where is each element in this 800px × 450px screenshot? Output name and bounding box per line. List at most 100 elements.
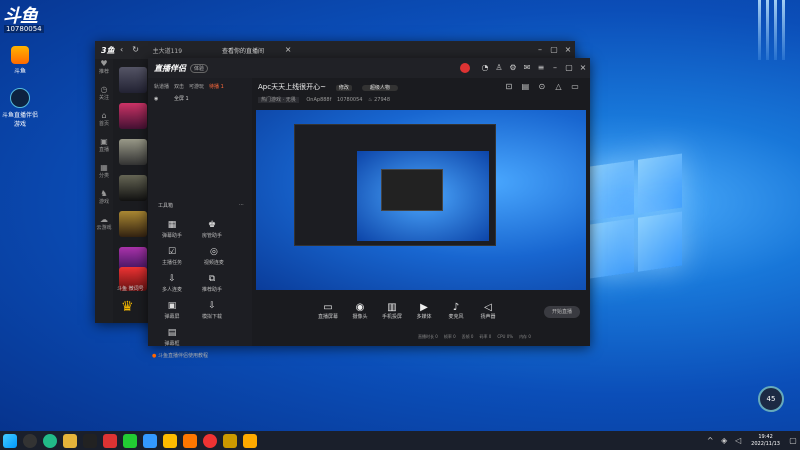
maximize-icon[interactable]: ▢ — [565, 64, 573, 72]
tab-2[interactable]: 可游玩 — [189, 83, 204, 90]
scene-name: 全屏 1 — [173, 96, 189, 102]
layout-icon[interactable]: ▤ — [521, 83, 530, 91]
back-footer: 斗鱼 微词号 — [117, 286, 144, 292]
app-icon[interactable] — [223, 433, 237, 448]
light-beam — [782, 0, 785, 60]
edge-icon[interactable] — [43, 433, 57, 448]
close-icon[interactable]: × — [579, 64, 587, 72]
douyu-icon — [11, 46, 29, 64]
bottom-tool[interactable]: ◁ 扬声器 — [474, 302, 502, 320]
minimize-icon[interactable]: – — [551, 64, 559, 72]
rail-item[interactable]: ⌂ 首页 — [95, 111, 113, 137]
stream-thumbnail[interactable] — [119, 175, 147, 201]
headset-icon[interactable]: ◔ — [481, 64, 489, 72]
tool-item[interactable]: ◎ 视频连麦 — [196, 247, 232, 266]
app-icon[interactable] — [163, 433, 177, 448]
brand-id: 10780054 — [4, 25, 44, 33]
app-icon[interactable] — [203, 433, 217, 448]
bottom-tool[interactable]: ▭ 直播屏幕 — [314, 302, 342, 320]
maximize-icon[interactable]: ▢ — [550, 46, 558, 54]
rail-item[interactable]: ▣ 直播 — [95, 137, 113, 163]
clock[interactable]: 19:42 2022/11/13 — [751, 434, 780, 448]
desktop-icon-companion[interactable]: 斗鱼直播伴侣游戏 — [0, 88, 40, 128]
screen-icon[interactable]: ▭ — [571, 83, 579, 91]
preview-nested-window — [294, 124, 496, 246]
record-icon[interactable]: ⊙ — [538, 83, 546, 91]
back-arrow-icon[interactable]: ‹ — [118, 46, 126, 54]
avatar[interactable] — [460, 63, 470, 73]
menu-icon[interactable]: ≡ — [537, 64, 545, 72]
settings-icon[interactable]: ⚙ — [509, 64, 517, 72]
category-tag[interactable]: 热门游戏 · 无畏 — [258, 97, 299, 103]
tutorial-notice[interactable]: ● 斗鱼直播伴侣使用教程 — [152, 352, 208, 359]
rail-item[interactable]: ☁ 云游戏 — [95, 215, 113, 241]
close-icon[interactable]: × — [564, 46, 572, 54]
bottom-tool[interactable]: ▶ 多媒体 — [410, 302, 438, 320]
rail-item[interactable]: ♞ 游戏 — [95, 189, 113, 215]
tab-3[interactable]: 待播 1 — [209, 83, 224, 90]
scene-row[interactable]: ◉ 全屏 1 — [148, 95, 252, 102]
tool-item[interactable]: ⧉ 推荐助手 — [194, 274, 230, 293]
volume-icon[interactable]: ◁ — [734, 436, 742, 445]
companion-window: 直播伴侣 体验 ◔ ♙ ⚙ ✉ ≡ – ▢ × 轨道播 双击 可游玩 待播 1 … — [148, 58, 590, 359]
start-icon[interactable] — [3, 433, 17, 448]
shirt-icon[interactable]: ♙ — [495, 64, 503, 72]
app-icon[interactable] — [143, 433, 157, 448]
tool-item[interactable]: ⇩ 模拟下载 — [194, 301, 230, 320]
lock-icon[interactable]: ⊡ — [505, 83, 513, 91]
edit-button[interactable]: 修改 — [335, 85, 352, 91]
tray-up-icon[interactable]: ^ — [706, 436, 714, 445]
search-icon[interactable] — [23, 433, 37, 448]
mail-icon[interactable]: ✉ — [523, 64, 531, 72]
rail-item[interactable]: ♥ 推荐 — [95, 59, 113, 85]
tool-item[interactable]: ▦ 弹幕助手 — [154, 220, 190, 239]
app-icon[interactable] — [243, 433, 257, 448]
stream-title[interactable]: Apc天天上线很开心~ — [258, 83, 326, 91]
main-titlebar: 直播伴侣 体验 ◔ ♙ ⚙ ✉ ≡ – ▢ × — [148, 58, 590, 78]
toolbox-header: 工具箱 ⋯ — [158, 202, 244, 209]
preview-canvas[interactable] — [256, 110, 586, 290]
tool-item[interactable]: ▣ 弹幕屏 — [154, 301, 190, 320]
tool-item[interactable]: ▤ 弹幕框 — [154, 328, 190, 347]
back-title: 主大道119 — [152, 47, 183, 55]
heat-value: 27948 — [374, 97, 391, 103]
bottom-tool[interactable]: ♪ 麦克风 — [442, 302, 470, 320]
floating-badge[interactable]: 45 — [758, 386, 784, 412]
stream-thumbnail[interactable] — [119, 103, 147, 129]
app-icon[interactable] — [183, 433, 197, 448]
qq-icon[interactable] — [83, 433, 97, 448]
folder-icon[interactable] — [63, 433, 77, 448]
rail-item[interactable]: ◷ 关注 — [95, 85, 113, 111]
light-beam — [774, 0, 777, 60]
tab-0[interactable]: 轨道播 — [154, 83, 169, 90]
desktop-icon-douyu[interactable]: 斗鱼 — [0, 46, 40, 75]
wechat-icon[interactable] — [123, 433, 137, 448]
bell-icon[interactable]: △ — [554, 83, 562, 91]
tool-grid: ▦ 弹幕助手 ♚ 房管助手 ☑ 主播任务 ◎ 视频连麦 ⇩ 多人连麦 ⧉ 推荐助手 ▣ 弹幕屏 ⇩ 模拟下… — [152, 216, 252, 351]
taskbar: ^ ◈ ◁ 19:42 2022/11/13 ▢ — [0, 431, 800, 450]
back-tab[interactable]: 查看你的直播间 — [222, 46, 264, 55]
tool-item[interactable]: ♚ 房管助手 — [194, 220, 230, 239]
refresh-icon[interactable]: ↻ — [132, 46, 140, 54]
tool-item[interactable]: ☑ 主播任务 — [154, 247, 190, 266]
tab-1[interactable]: 双击 — [174, 83, 184, 90]
eye-icon[interactable]: ◉ — [154, 96, 158, 102]
notification-icon[interactable]: ▢ — [789, 436, 797, 445]
super-pill[interactable]: 超级人物 — [361, 85, 398, 91]
stream-thumbnail[interactable] — [119, 139, 147, 165]
stream-thumbnail[interactable] — [119, 67, 147, 93]
rail-item[interactable]: ▦ 分类 — [95, 163, 113, 189]
stream-thumbnail[interactable] — [119, 211, 147, 237]
network-icon[interactable]: ◈ — [720, 436, 728, 445]
close-tab-icon[interactable]: × — [284, 46, 292, 54]
bottom-tool[interactable]: ▥ 手机投屏 — [378, 302, 406, 320]
scene-tabs: 轨道播 双击 可游玩 待播 1 — [148, 78, 252, 95]
app-icon[interactable] — [103, 433, 117, 448]
minimize-icon[interactable]: – — [536, 46, 544, 54]
start-live-button[interactable]: 开始直播 — [544, 306, 580, 318]
bottom-tool[interactable]: ◉ 摄像头 — [346, 302, 374, 320]
tool-item[interactable]: ⇩ 多人连麦 — [154, 274, 190, 293]
light-beam — [766, 0, 769, 60]
more-icon[interactable]: ⋯ — [239, 202, 244, 209]
back-logo: 3鱼 — [101, 45, 115, 55]
